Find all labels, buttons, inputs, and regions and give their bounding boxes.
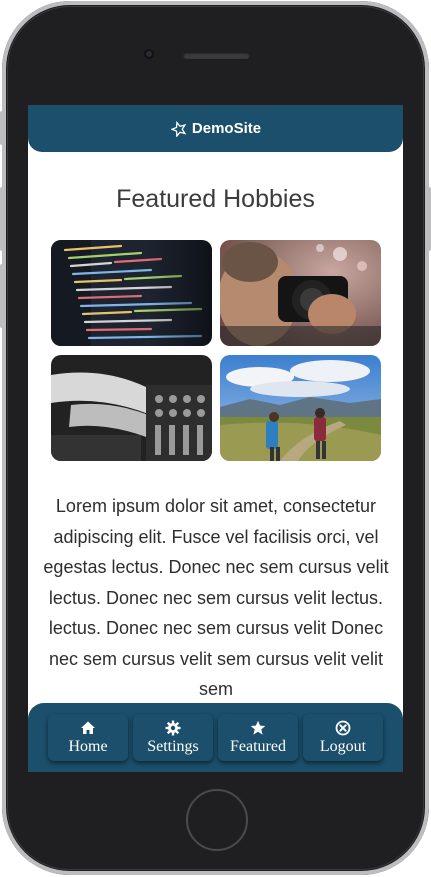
tab-logout[interactable]: Logout <box>303 714 383 761</box>
mute-switch <box>0 111 4 145</box>
earpiece-speaker <box>183 52 250 59</box>
tab-home-label: Home <box>68 738 108 755</box>
tab-settings[interactable]: Settings <box>133 714 213 761</box>
tab-featured-label: Featured <box>230 738 286 755</box>
tab-featured[interactable]: Featured <box>218 714 298 761</box>
tab-home[interactable]: Home <box>48 714 128 761</box>
tab-logout-label: Logout <box>319 738 367 755</box>
page-title: Featured Hobbies <box>116 185 315 213</box>
bottom-tab-bar: Home Settings Featured Logout <box>28 703 403 772</box>
top-bar: DemoSite <box>28 105 403 152</box>
star-logo-icon <box>170 120 188 138</box>
star-icon <box>250 720 266 735</box>
body-text: Lorem ipsum dolor sit amet, consectetur … <box>43 496 389 699</box>
volume-up-button <box>0 187 4 251</box>
hiking-photo[interactable] <box>220 355 381 461</box>
front-camera <box>144 49 154 59</box>
brand-name[interactable]: DemoSite <box>192 120 261 137</box>
app-screen: DemoSite Featured Hobbies Lorem ipsum do… <box>28 105 403 772</box>
dj-mixing-photo[interactable] <box>51 355 212 461</box>
close-circle-icon <box>335 720 351 736</box>
coding-photo[interactable] <box>51 240 212 346</box>
home-hardware-button[interactable] <box>186 789 248 851</box>
volume-down-button <box>0 264 4 328</box>
power-button <box>427 187 431 251</box>
home-icon <box>81 721 95 734</box>
gear-icon <box>165 720 181 736</box>
tab-settings-label: Settings <box>147 738 199 755</box>
photography-photo[interactable] <box>220 240 381 346</box>
